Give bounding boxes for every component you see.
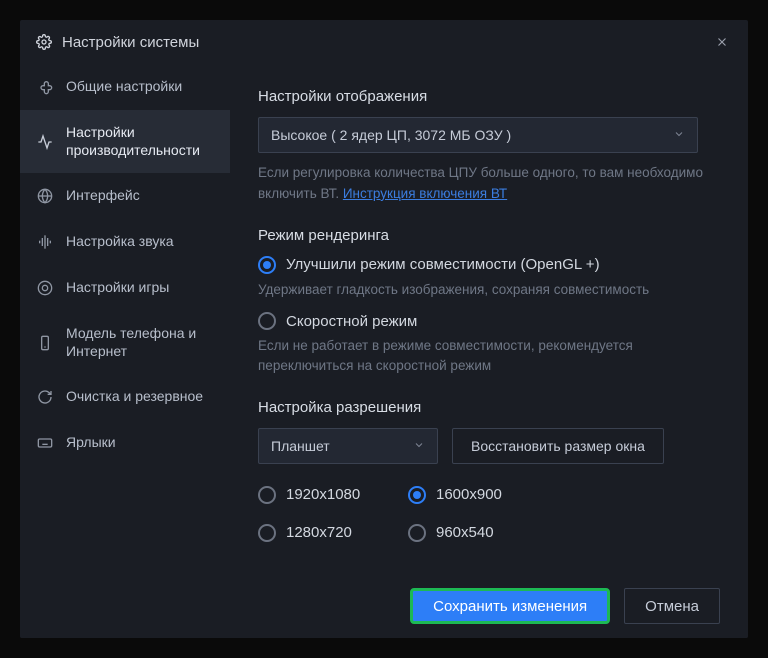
sidebar-item-label: Настройки игры xyxy=(66,279,169,297)
display-preset-dropdown[interactable]: Высокое ( 2 ядер ЦП, 3072 МБ ОЗУ ) xyxy=(258,117,698,153)
sidebar-item-label: Общие настройки xyxy=(66,78,182,96)
render-mode-speed[interactable]: Скоростной режим xyxy=(258,312,720,330)
pulse-icon xyxy=(36,133,54,151)
puzzle-icon xyxy=(36,78,54,96)
radio-label: 1600x900 xyxy=(436,486,502,503)
render-opengl-desc: Удерживает гладкость изображения, сохран… xyxy=(258,280,720,300)
sidebar-item-cleanup[interactable]: Очистка и резервное xyxy=(20,374,230,420)
keyboard-icon xyxy=(36,434,54,452)
sidebar: Общие настройки Настройки производительн… xyxy=(20,64,230,574)
phone-icon xyxy=(36,334,54,352)
resolution-960x540[interactable]: 960x540 xyxy=(408,524,558,542)
titlebar-title: Настройки системы xyxy=(62,34,712,51)
close-button[interactable] xyxy=(712,32,732,52)
gear-icon xyxy=(36,34,52,50)
dialog-body: Общие настройки Настройки производительн… xyxy=(20,64,748,574)
chevron-down-icon xyxy=(673,127,685,143)
refresh-icon xyxy=(36,388,54,406)
radio-label: 1280x720 xyxy=(286,524,352,541)
display-settings-title: Настройки отображения xyxy=(258,88,720,105)
radio-label: Скоростной режим xyxy=(286,313,417,330)
resolution-1280x720[interactable]: 1280x720 xyxy=(258,524,408,542)
resolution-1600x900[interactable]: 1600x900 xyxy=(408,486,558,504)
restore-window-button[interactable]: Восстановить размер окна xyxy=(452,428,664,464)
game-icon xyxy=(36,279,54,297)
sidebar-item-label: Ярлыки xyxy=(66,434,116,452)
sidebar-item-label: Модель телефона и Интернет xyxy=(66,325,214,360)
chevron-down-icon xyxy=(413,438,425,454)
render-mode-opengl[interactable]: Улучшили режим совместимости (OpenGL +) xyxy=(258,256,720,274)
sidebar-item-game[interactable]: Настройки игры xyxy=(20,265,230,311)
radio-icon xyxy=(408,486,426,504)
sound-icon xyxy=(36,233,54,251)
radio-label: 960x540 xyxy=(436,524,494,541)
dropdown-value: Планшет xyxy=(271,438,330,454)
render-mode-title: Режим рендеринга xyxy=(258,227,720,244)
sidebar-item-interface[interactable]: Интерфейс xyxy=(20,173,230,219)
content-panel: Настройки отображения Высокое ( 2 ядер Ц… xyxy=(230,64,748,574)
titlebar: Настройки системы xyxy=(20,20,748,64)
vt-instruction-link[interactable]: Инструкция включения ВТ xyxy=(343,186,507,201)
render-speed-desc: Если не работает в режиме совместимости,… xyxy=(258,336,720,377)
cancel-button[interactable]: Отмена xyxy=(624,588,720,624)
resolution-grid: 1920x1080 1600x900 1280x720 960x540 xyxy=(258,478,720,542)
sidebar-item-label: Настройка звука xyxy=(66,233,174,251)
sidebar-item-phone-internet[interactable]: Модель телефона и Интернет xyxy=(20,311,230,374)
radio-icon xyxy=(258,524,276,542)
sidebar-item-shortcuts[interactable]: Ярлыки xyxy=(20,420,230,466)
resolution-preset-dropdown[interactable]: Планшет xyxy=(258,428,438,464)
resolution-1920x1080[interactable]: 1920x1080 xyxy=(258,486,408,504)
sidebar-item-label: Интерфейс xyxy=(66,187,140,205)
settings-dialog: Настройки системы Общие настройки Настро… xyxy=(20,20,748,638)
footer: Сохранить изменения Отмена xyxy=(20,574,748,638)
radio-label: 1920x1080 xyxy=(286,486,360,503)
sidebar-item-label: Очистка и резервное xyxy=(66,388,203,406)
sidebar-item-label: Настройки производительности xyxy=(66,124,214,159)
radio-label: Улучшили режим совместимости (OpenGL +) xyxy=(286,256,600,273)
radio-icon xyxy=(258,486,276,504)
resolution-title: Настройка разрешения xyxy=(258,399,720,416)
radio-icon xyxy=(258,256,276,274)
radio-icon xyxy=(408,524,426,542)
cpu-hint: Если регулировка количества ЦПУ больше о… xyxy=(258,163,720,205)
globe-icon xyxy=(36,187,54,205)
save-button[interactable]: Сохранить изменения xyxy=(410,588,610,624)
radio-icon xyxy=(258,312,276,330)
sidebar-item-sound[interactable]: Настройка звука xyxy=(20,219,230,265)
dropdown-value: Высокое ( 2 ядер ЦП, 3072 МБ ОЗУ ) xyxy=(271,127,511,143)
sidebar-item-performance[interactable]: Настройки производительности xyxy=(20,110,230,173)
sidebar-item-general[interactable]: Общие настройки xyxy=(20,64,230,110)
